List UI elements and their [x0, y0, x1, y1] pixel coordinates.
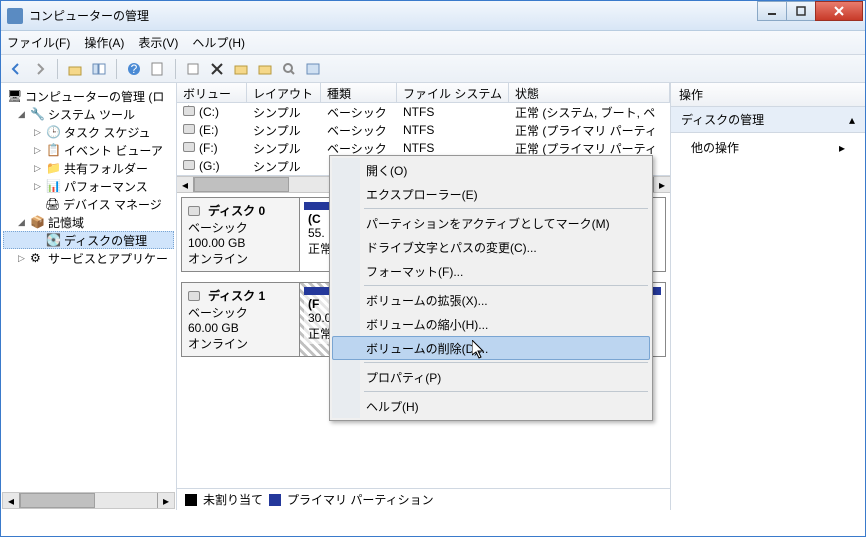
- disk-icon: 💽: [46, 233, 60, 247]
- tree-hscrollbar[interactable]: ◂ ▸: [2, 492, 175, 509]
- tree-task-scheduler[interactable]: ▷🕒タスク スケジュ: [3, 123, 174, 141]
- ctx-explorer[interactable]: エクスプローラー(E): [332, 182, 650, 206]
- tree-disk-management[interactable]: 💽ディスクの管理: [3, 231, 174, 249]
- close-button[interactable]: [815, 1, 863, 21]
- col-filesystem[interactable]: ファイル システム: [397, 83, 509, 102]
- expand-icon[interactable]: ▷: [33, 182, 42, 191]
- perf-icon: 📊: [46, 179, 60, 193]
- disk-0-info: ディスク 0 ベーシック 100.00 GB オンライン: [182, 198, 300, 271]
- submenu-icon: ▸: [839, 141, 845, 155]
- col-status[interactable]: 状態: [509, 83, 670, 102]
- col-volume[interactable]: ボリューム: [177, 83, 247, 102]
- menu-help[interactable]: ヘルプ(H): [192, 34, 245, 51]
- tree-system-tools[interactable]: ◢🔧システム ツール: [3, 105, 174, 123]
- tree-performance[interactable]: ▷📊パフォーマンス: [3, 177, 174, 195]
- toolbar: ?: [1, 55, 865, 83]
- collapse-icon[interactable]: ◢: [17, 110, 26, 119]
- forward-button[interactable]: [29, 58, 51, 80]
- folder-icon: 📁: [46, 161, 60, 175]
- actions-header: 操作: [671, 83, 865, 107]
- statusbar: [1, 510, 865, 536]
- volume-row[interactable]: (E:)シンプルベーシックNTFS正常 (プライマリ パーティ: [177, 121, 670, 139]
- col-type[interactable]: 種類: [321, 83, 397, 102]
- drive-icon: [183, 160, 195, 170]
- services-icon: ⚙: [30, 251, 44, 265]
- collapse-icon[interactable]: ◢: [17, 218, 26, 227]
- ctx-delete-volume[interactable]: ボリュームの削除(D)...: [332, 336, 650, 360]
- mouse-cursor: [472, 340, 488, 363]
- ctx-shrink-volume[interactable]: ボリュームの縮小(H)...: [332, 312, 650, 336]
- computer-icon: 🖥: [7, 89, 21, 103]
- tree-root[interactable]: 🖥コンピューターの管理 (ロ: [3, 87, 174, 105]
- maximize-button[interactable]: [786, 1, 816, 21]
- delete-icon-button[interactable]: [206, 58, 228, 80]
- drive-icon: [183, 124, 195, 134]
- expand-icon[interactable]: ▷: [17, 254, 26, 263]
- expand-icon[interactable]: ▷: [33, 164, 42, 173]
- legend-primary: プライマリ パーティション: [287, 491, 434, 508]
- ctx-mark-active[interactable]: パーティションをアクティブとしてマーク(M): [332, 211, 650, 235]
- folder-button-2[interactable]: [254, 58, 276, 80]
- wrench-icon: 🔧: [30, 107, 44, 121]
- list-button[interactable]: [302, 58, 324, 80]
- tree-services-apps[interactable]: ▷⚙サービスとアプリケー: [3, 249, 174, 267]
- actions-other[interactable]: 他の操作 ▸: [671, 133, 865, 162]
- context-menu: 開く(O) エクスプローラー(E) パーティションをアクティブとしてマーク(M)…: [329, 155, 653, 421]
- menu-action[interactable]: 操作(A): [84, 34, 124, 51]
- minimize-button[interactable]: [757, 1, 787, 21]
- ctx-format[interactable]: フォーマット(F)...: [332, 259, 650, 283]
- tree-pane: 🖥コンピューターの管理 (ロ ◢🔧システム ツール ▷🕒タスク スケジュ ▷📋イ…: [1, 83, 177, 510]
- legend-primary-swatch: [269, 494, 281, 506]
- help-button[interactable]: ?: [123, 58, 145, 80]
- disk-1-info: ディスク 1 ベーシック 60.00 GB オンライン: [182, 283, 300, 356]
- tree-event-viewer[interactable]: ▷📋イベント ビューア: [3, 141, 174, 159]
- menu-view[interactable]: 表示(V): [138, 34, 178, 51]
- device-icon: 🖨: [45, 197, 59, 211]
- window-title: コンピューターの管理: [29, 7, 865, 24]
- app-icon: [7, 8, 23, 24]
- ctx-properties[interactable]: プロパティ(P): [332, 365, 650, 389]
- actions-section-disk[interactable]: ディスクの管理 ▴: [671, 107, 865, 133]
- expand-icon[interactable]: ▷: [33, 146, 42, 155]
- collapse-icon: ▴: [849, 113, 855, 127]
- storage-icon: 📦: [30, 215, 44, 229]
- folder-button-1[interactable]: [230, 58, 252, 80]
- legend-unallocated: 未割り当て: [203, 491, 263, 508]
- ctx-help[interactable]: ヘルプ(H): [332, 394, 650, 418]
- back-button[interactable]: [5, 58, 27, 80]
- svg-text:?: ?: [131, 62, 138, 76]
- disk-icon: [188, 206, 200, 216]
- refresh-button[interactable]: [182, 58, 204, 80]
- ctx-change-drive-letter[interactable]: ドライブ文字とパスの変更(C)...: [332, 235, 650, 259]
- actions-pane: 操作 ディスクの管理 ▴ 他の操作 ▸: [671, 83, 865, 510]
- expand-icon[interactable]: ▷: [33, 128, 42, 137]
- legend: 未割り当て プライマリ パーティション: [177, 488, 670, 510]
- ctx-extend-volume[interactable]: ボリュームの拡張(X)...: [332, 288, 650, 312]
- volume-header: ボリューム レイアウト 種類 ファイル システム 状態: [177, 83, 670, 103]
- properties-button[interactable]: [147, 58, 169, 80]
- tree-shared-folders[interactable]: ▷📁共有フォルダー: [3, 159, 174, 177]
- ctx-open[interactable]: 開く(O): [332, 158, 650, 182]
- show-hide-button[interactable]: [88, 58, 110, 80]
- drive-icon: [183, 106, 195, 116]
- volume-row[interactable]: (C:)シンプルベーシックNTFS正常 (システム, ブート, ペ: [177, 103, 670, 121]
- legend-unallocated-swatch: [185, 494, 197, 506]
- search-button[interactable]: [278, 58, 300, 80]
- col-layout[interactable]: レイアウト: [247, 83, 321, 102]
- tree-storage[interactable]: ◢📦記憶域: [3, 213, 174, 231]
- disk-icon: [188, 291, 200, 301]
- menu-file[interactable]: ファイル(F): [7, 34, 70, 51]
- titlebar: コンピューターの管理: [1, 1, 865, 31]
- tree-device-manager[interactable]: 🖨デバイス マネージ: [3, 195, 174, 213]
- event-icon: 📋: [46, 143, 60, 157]
- menubar: ファイル(F) 操作(A) 表示(V) ヘルプ(H): [1, 31, 865, 55]
- clock-icon: 🕒: [46, 125, 60, 139]
- up-button[interactable]: [64, 58, 86, 80]
- drive-icon: [183, 142, 195, 152]
